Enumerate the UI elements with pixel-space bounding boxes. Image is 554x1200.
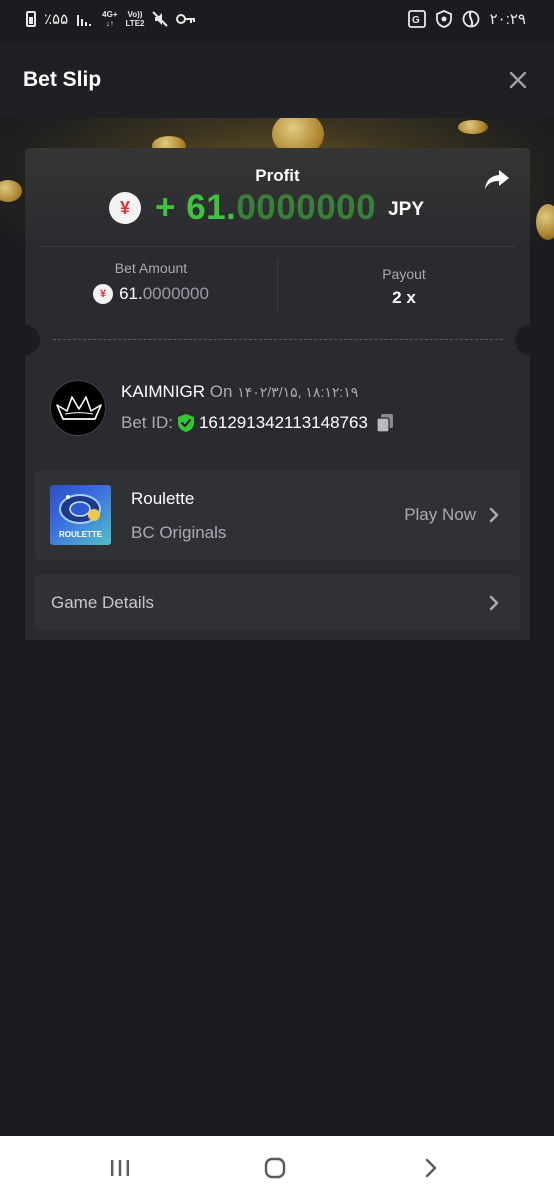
crown-icon	[56, 396, 102, 420]
bet-amount-label: Bet Amount	[114, 260, 188, 276]
recents-icon	[111, 1160, 129, 1176]
status-right: G ۲۰:۲۹	[407, 10, 526, 28]
roulette-wheel-icon	[59, 494, 101, 524]
yen-coin-icon: ¥	[93, 284, 114, 304]
network-indicator: 4G+ ↓↑	[102, 10, 118, 28]
payout-block: Payout 2 x	[278, 266, 530, 308]
yen-coin-icon: ¥	[109, 192, 141, 224]
translate-icon: G	[407, 10, 426, 28]
profit-label: Profit	[255, 166, 300, 185]
dashed-divider	[53, 339, 503, 340]
chevron-right-icon	[489, 595, 499, 611]
status-time: ۲۰:۲۹	[489, 11, 526, 28]
coin-decoration	[536, 204, 554, 240]
app-status-icon	[462, 10, 479, 28]
share-icon[interactable]	[484, 168, 510, 192]
bet-amount-block: Bet Amount ¥ 61.0000000	[25, 260, 277, 304]
recents-button[interactable]	[105, 1156, 135, 1180]
coin-decoration	[458, 120, 488, 134]
user-on-label: On	[209, 382, 233, 401]
home-button[interactable]	[260, 1156, 290, 1180]
copy-icon[interactable]	[376, 413, 394, 433]
payout-value: 2 x	[392, 288, 416, 307]
game-title: Roulette	[131, 489, 195, 508]
battery-percent: ٪۵۵	[44, 11, 69, 28]
page-title: Bet Slip	[23, 68, 102, 91]
bet-amount-value: 61.0000000	[119, 284, 209, 303]
signal-icon	[77, 15, 92, 26]
play-now-button[interactable]: Play Now	[404, 505, 500, 525]
shield-status-icon	[435, 10, 452, 28]
mute-icon	[152, 11, 169, 27]
coin-decoration	[0, 180, 22, 202]
ticket-notch	[515, 325, 530, 355]
avatar[interactable]	[50, 380, 106, 436]
volte-indicator: Vo)) LTE2	[125, 10, 145, 28]
username[interactable]: KAIMNIGR	[121, 382, 205, 401]
bet-id-label: Bet ID:	[121, 413, 173, 432]
game-details-row[interactable]: Game Details	[35, 575, 520, 630]
bet-date: ۱۴۰۲/۳/۱۵, ۱۸:۱۲:۱۹	[237, 384, 359, 400]
bet-amount-row: ¥ 61.0000000	[25, 284, 277, 304]
user-line: KAIMNIGR On ۱۴۰۲/۳/۱۵, ۱۸:۱۲:۱۹	[121, 382, 358, 402]
game-details-label: Game Details	[51, 593, 154, 612]
close-icon[interactable]	[506, 68, 530, 92]
bet-id-value: 161291342113148763	[198, 413, 368, 432]
home-icon	[264, 1157, 286, 1179]
game-provider: BC Originals	[131, 523, 227, 542]
chevron-right-icon	[489, 507, 499, 523]
back-button[interactable]	[416, 1156, 446, 1180]
ticket-notch	[25, 325, 40, 355]
bet-slip-header: Bet Slip	[0, 42, 554, 118]
profit-value: + 61.0000000	[155, 188, 377, 227]
svg-text:G: G	[412, 15, 420, 26]
key-icon	[176, 14, 196, 24]
bet-id-row: Bet ID: 161291342113148763	[121, 413, 394, 433]
status-left: ٪۵۵ 4G+ ↓↑ Vo)) LTE2	[26, 10, 196, 28]
thumbnail-label: ROULETTE	[58, 530, 103, 539]
bet-slip-card: Profit ¥ + 61.0000000 JPY Bet Amount ¥ 6…	[25, 148, 530, 640]
payout-label: Payout	[382, 266, 426, 282]
divider	[40, 246, 515, 247]
play-now-label: Play Now	[404, 505, 476, 524]
profit-currency: JPY	[388, 199, 425, 220]
roulette-thumbnail: ROULETTE	[50, 485, 111, 545]
game-row[interactable]: ROULETTE Roulette BC Originals Play Now	[35, 470, 520, 560]
verified-shield-icon	[177, 414, 194, 432]
system-nav-bar	[0, 1136, 554, 1200]
back-icon	[425, 1158, 437, 1178]
profit-row: ¥ + 61.0000000 JPY	[109, 188, 424, 228]
battery-icon	[26, 11, 36, 27]
status-bar: ٪۵۵ 4G+ ↓↑ Vo)) LTE2 G ۲۰:۲۹	[0, 0, 554, 42]
